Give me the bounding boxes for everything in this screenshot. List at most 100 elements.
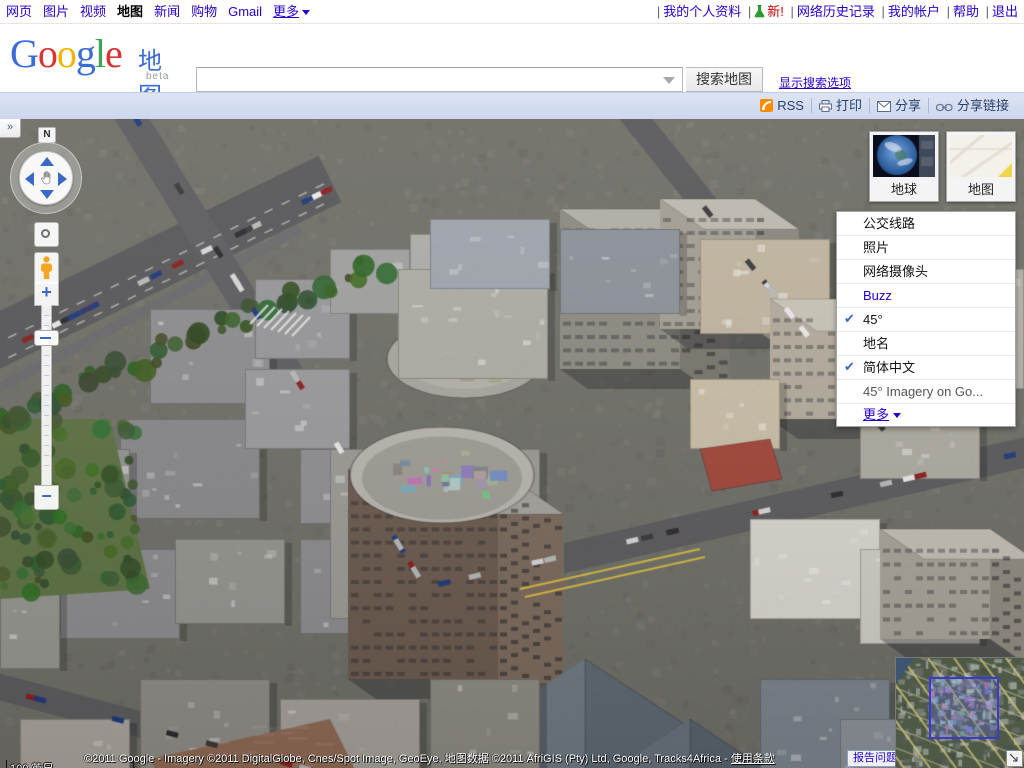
layer-label-45-degree: 45° (863, 312, 883, 327)
layer-label-labels: 地名 (863, 336, 890, 351)
circle-icon (41, 229, 50, 238)
terms-of-use-link[interactable]: 使用条款 (731, 753, 775, 765)
google-maps-page: 网页 图片 视频 地图 新闻 购物 Gmail 更多 | 我的个人资料 | 新! | 网络历史记录 … (0, 0, 1024, 768)
show-search-options-link[interactable]: 显示搜索选项 (779, 74, 851, 91)
search-maps-button[interactable]: 搜索地图 (686, 67, 763, 92)
rss-label: RSS (777, 98, 804, 113)
beta-label: beta (146, 71, 170, 82)
print-button[interactable]: 打印 (812, 93, 869, 119)
check-icon (844, 336, 856, 350)
map-type-map-label: 地图 (947, 177, 1015, 201)
pan-down-button[interactable] (40, 190, 54, 199)
logo-letter-l: l (94, 31, 106, 76)
print-label: 打印 (835, 98, 862, 113)
check-icon (844, 264, 856, 278)
toolbar-actions: RSS 打印 分享 分享链接 (753, 93, 1016, 119)
nav-link-my-profile[interactable]: 我的个人资料 (663, 4, 741, 19)
attribution-text: ©2011 Google - Imagery ©2011 DigitalGlob… (84, 753, 731, 765)
rss-button[interactable]: RSS (753, 93, 811, 119)
recenter-button[interactable] (34, 222, 59, 247)
nav-link-sign-out[interactable]: 退出 (992, 4, 1018, 19)
attribution-text-wrap: ©2011 Google - Imagery ©2011 DigitalGlob… (84, 751, 775, 768)
share-label: 分享 (894, 98, 921, 113)
map-viewport[interactable]: » N + − 地球 地图 公交线路 照片 网络摄像头 Buzz ✔ 45° 地… (0, 119, 1024, 768)
nav-link-maps[interactable]: 地图 (117, 4, 143, 19)
layer-item-buzz[interactable]: Buzz (837, 284, 1015, 308)
check-icon (844, 288, 856, 302)
layer-item-photos[interactable]: 照片 (837, 236, 1015, 260)
chevron-down-icon[interactable] (302, 9, 311, 15)
layer-label-webcams: 网络摄像头 (863, 264, 929, 279)
map-type-map-button[interactable]: 地图 (946, 131, 1016, 202)
nav-link-web-history[interactable]: 网络历史记录 (797, 4, 875, 19)
layer-item-45-degree[interactable]: ✔ 45° (837, 308, 1015, 332)
layer-item-transit[interactable]: 公交线路 (837, 212, 1015, 236)
nav-link-gmail[interactable]: Gmail (228, 4, 262, 19)
google-maps-logo[interactable]: Google 地图 beta (10, 31, 185, 111)
logo-letter-G: G (10, 31, 39, 76)
pan-right-button[interactable] (58, 172, 67, 186)
pan-left-button[interactable] (25, 172, 34, 186)
nav-link-help[interactable]: 帮助 (953, 4, 979, 19)
nav-separator-6: | (985, 4, 989, 19)
nav-link-news[interactable]: 新闻 (154, 4, 180, 19)
envelope-icon (876, 95, 891, 121)
chevron-down-icon (893, 413, 902, 419)
nav-separator-2: | (747, 4, 752, 19)
layer-label-45-imagery-info: 45° Imagery on Go... (863, 384, 984, 399)
pan-control (19, 151, 73, 205)
nav-link-videos[interactable]: 视频 (80, 4, 106, 19)
search-input[interactable] (201, 70, 660, 91)
layer-menu-more-button[interactable]: 更多 (837, 404, 1015, 426)
expand-sidebar-button[interactable]: » (0, 119, 21, 138)
layer-label-simplified-chinese: 简体中文 (863, 360, 916, 375)
nav-link-more[interactable]: 更多 (273, 4, 299, 19)
compass-north-button[interactable]: N (38, 127, 56, 143)
chevron-down-icon[interactable] (663, 77, 675, 84)
nav-link-my-account[interactable]: 我的帐户 (888, 4, 940, 19)
share-button[interactable]: 分享 (870, 93, 928, 119)
search-box-container[interactable] (196, 67, 683, 92)
nav-link-web[interactable]: 网页 (6, 4, 32, 19)
nav-separator-4: | (881, 4, 885, 19)
layer-item-simplified-chinese[interactable]: ✔ 简体中文 (837, 356, 1015, 380)
nav-separator-3: | (790, 4, 794, 19)
map-type-earth-button[interactable]: 地球 (869, 131, 939, 202)
pegman-icon (41, 256, 52, 279)
layer-label-photos: 照片 (863, 240, 890, 255)
nav-separator-5: | (946, 4, 950, 19)
top-navigation-bar: 网页 图片 视频 地图 新闻 购物 Gmail 更多 | 我的个人资料 | 新! | 网络历史记录 … (0, 0, 1024, 24)
layer-item-webcams[interactable]: 网络摄像头 (837, 260, 1015, 284)
header-search-area: Google 地图 beta 搜索地图 显示搜索选项 (0, 24, 1024, 111)
map-toolbar: RSS 打印 分享 分享链接 (0, 92, 1024, 120)
earth-thumbnail (873, 135, 935, 177)
check-icon: ✔ (844, 359, 855, 374)
minimap-resize-handle[interactable] (1006, 750, 1023, 767)
layer-item-labels[interactable]: 地名 (837, 332, 1015, 356)
nav-separator-1: | (656, 4, 661, 19)
zoom-slider-thumb[interactable] (34, 330, 59, 346)
share-link-label: 分享链接 (956, 98, 1009, 113)
nav-link-images[interactable]: 图片 (43, 4, 69, 19)
nav-link-shopping[interactable]: 购物 (191, 4, 217, 19)
printer-icon (818, 95, 832, 121)
layer-item-45-imagery-info[interactable]: 45° Imagery on Go... (837, 380, 1015, 404)
pan-up-button[interactable] (40, 157, 54, 166)
logo-letter-g: g (75, 31, 96, 76)
check-icon (844, 384, 856, 398)
layer-label-transit: 公交线路 (863, 216, 916, 231)
hand-icon[interactable] (38, 169, 56, 187)
zoom-in-button[interactable]: + (34, 282, 59, 306)
layer-label-buzz: Buzz (863, 288, 892, 303)
map-attribution-bar: ©2011 Google - Imagery ©2011 DigitalGlob… (0, 750, 1024, 768)
overview-minimap[interactable] (895, 657, 1024, 768)
minimap-viewport-rectangle[interactable] (929, 677, 999, 739)
map-type-earth-label: 地球 (870, 177, 938, 201)
logo-letter-e: e (105, 31, 123, 76)
share-link-button[interactable]: 分享链接 (929, 93, 1016, 119)
check-icon (844, 216, 856, 230)
top-nav-links-left: 网页 图片 视频 地图 新闻 购物 Gmail 更多 (6, 0, 311, 23)
street-view-pegman-button[interactable] (34, 252, 59, 284)
zoom-out-button[interactable]: − (34, 485, 59, 510)
layer-menu-more-label: 更多 (863, 407, 890, 422)
